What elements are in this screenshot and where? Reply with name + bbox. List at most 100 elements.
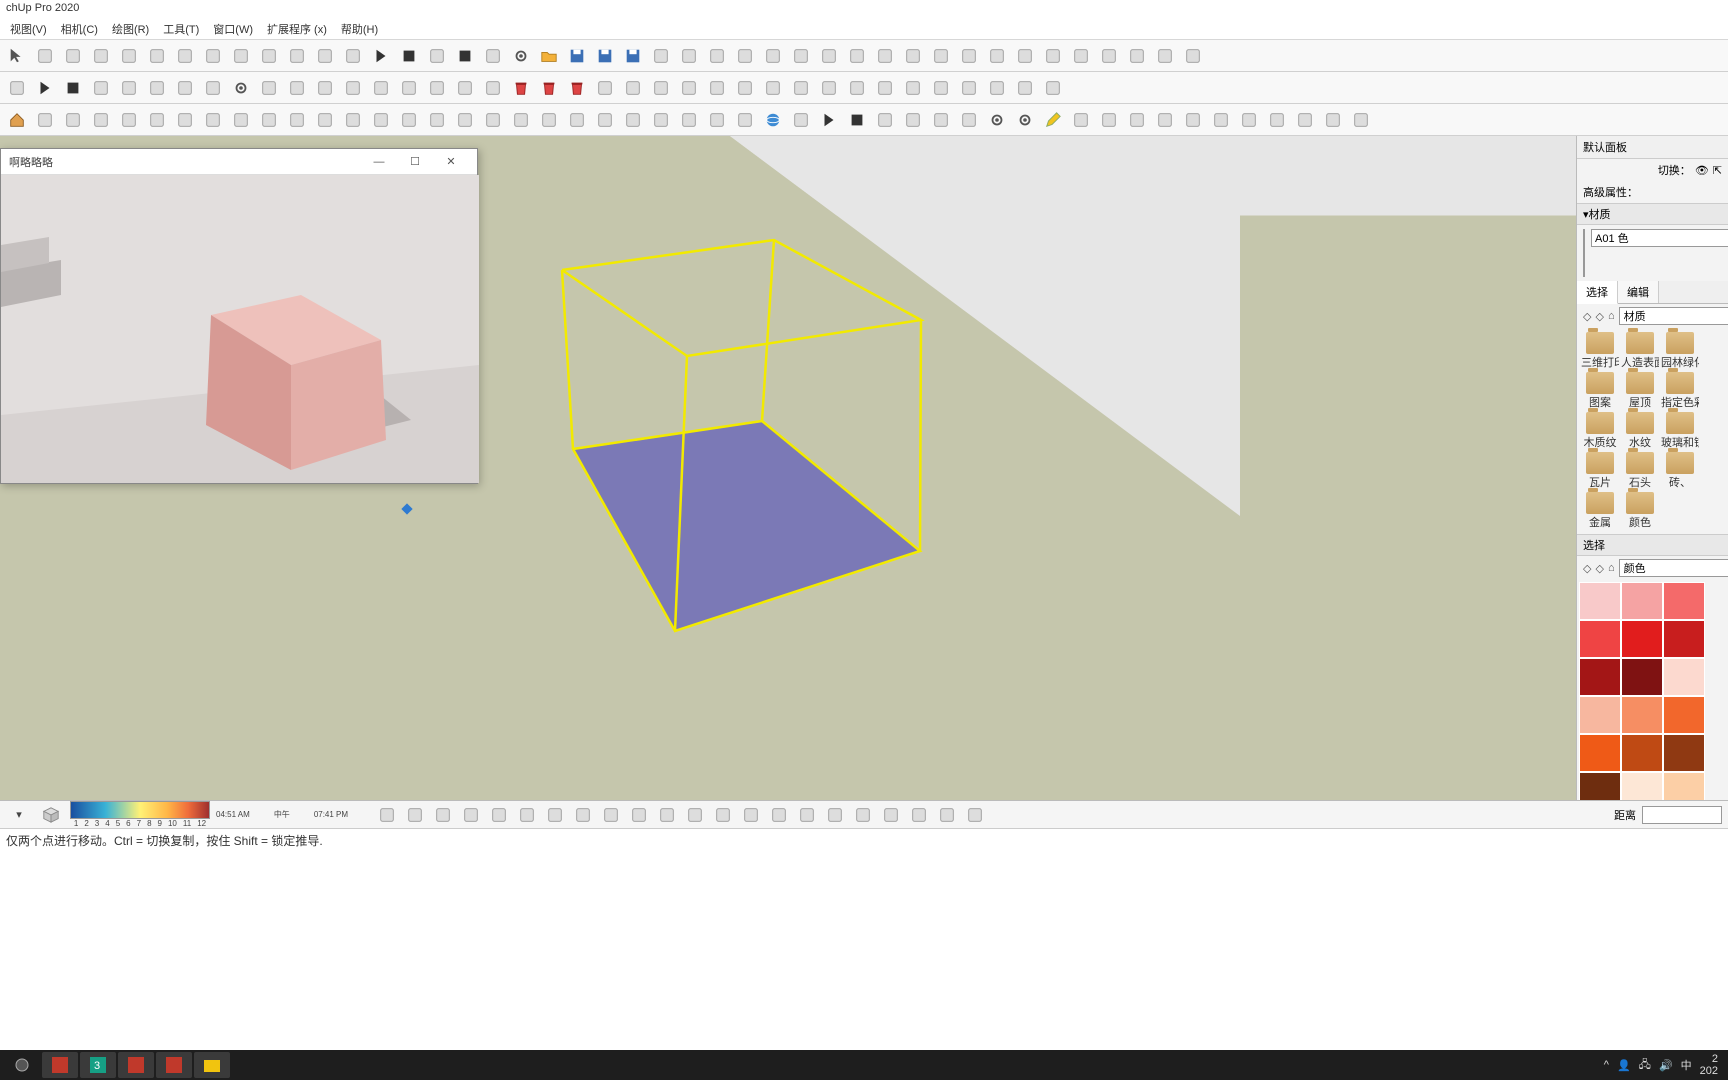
pan-button[interactable] <box>228 43 254 69</box>
taskbar-app-1[interactable] <box>42 1052 78 1078</box>
tab-select[interactable]: 选择 <box>1577 281 1618 304</box>
bulb-button[interactable] <box>704 75 730 101</box>
color-swatch-17[interactable] <box>1663 772 1705 800</box>
grp5-button[interactable] <box>934 802 960 828</box>
minimize-button[interactable]: — <box>361 150 397 174</box>
tape-button[interactable] <box>1012 43 1038 69</box>
move-o-button[interactable] <box>1236 107 1262 133</box>
prev-button[interactable] <box>88 75 114 101</box>
comp5-button[interactable] <box>682 802 708 828</box>
pin-icon[interactable]: ⇱ <box>1713 164 1722 177</box>
gear-o-button[interactable] <box>984 107 1010 133</box>
record-button[interactable] <box>424 43 450 69</box>
render-preview-titlebar[interactable]: 啊略略略 — ☐ ✕ <box>1 149 477 175</box>
arc-button[interactable] <box>788 43 814 69</box>
material-library-select[interactable] <box>1619 307 1728 325</box>
rotate-button[interactable] <box>1096 43 1122 69</box>
cube-wire-button[interactable] <box>374 802 400 828</box>
globe-button[interactable] <box>760 107 786 133</box>
tag-button[interactable] <box>284 107 310 133</box>
tab-edit[interactable]: 编辑 <box>1618 281 1659 303</box>
trash-gry-button[interactable] <box>564 75 590 101</box>
status-dropdown-icon[interactable]: ▾ <box>6 802 32 828</box>
new-button[interactable] <box>648 43 674 69</box>
slides-button[interactable] <box>676 107 702 133</box>
orbit-button[interactable] <box>256 43 282 69</box>
line-button[interactable] <box>676 43 702 69</box>
next-button[interactable] <box>116 75 142 101</box>
slides2-button[interactable] <box>704 107 730 133</box>
info-fill-button[interactable] <box>340 107 366 133</box>
grid4-button[interactable] <box>900 75 926 101</box>
taskbar-app-2[interactable]: 3 <box>80 1052 116 1078</box>
cn-3-button[interactable] <box>1040 75 1066 101</box>
color-swatch-13[interactable] <box>1621 734 1663 772</box>
stop-button[interactable] <box>396 43 422 69</box>
color-swatch-4[interactable] <box>1621 620 1663 658</box>
move-button[interactable] <box>1152 43 1178 69</box>
equalizer-button[interactable] <box>256 107 282 133</box>
box-blu-button[interactable] <box>424 75 450 101</box>
comp2-button[interactable] <box>598 802 624 828</box>
color-swatch-0[interactable] <box>1579 582 1621 620</box>
component-button[interactable] <box>480 75 506 101</box>
color-swatch-14[interactable] <box>1663 734 1705 772</box>
wand-button[interactable] <box>1068 107 1094 133</box>
gear-p-button[interactable] <box>1012 107 1038 133</box>
cn-1-button[interactable] <box>984 75 1010 101</box>
material-folder-5[interactable]: 指定色彩 <box>1661 372 1699 410</box>
record-anim-button[interactable] <box>480 43 506 69</box>
snowflake-button[interactable] <box>648 75 674 101</box>
stop-o-button[interactable] <box>844 107 870 133</box>
menu-view[interactable]: 视图(V) <box>4 19 53 39</box>
x-blk-button[interactable] <box>956 75 982 101</box>
img-3-button[interactable] <box>620 107 646 133</box>
record-stop-button[interactable] <box>452 43 478 69</box>
flag-y-button[interactable] <box>788 107 814 133</box>
3d-viewport[interactable]: 啊略略略 — ☐ ✕ <box>0 136 1576 800</box>
look-button[interactable] <box>284 43 310 69</box>
sel-box-button[interactable] <box>1320 107 1346 133</box>
tree-button[interactable] <box>144 107 170 133</box>
offset-button[interactable] <box>844 43 870 69</box>
cube-shade-button[interactable] <box>402 802 428 828</box>
sync-button[interactable] <box>144 75 170 101</box>
esc-button[interactable] <box>1180 43 1206 69</box>
speaker-button[interactable] <box>200 107 226 133</box>
grp6-button[interactable] <box>962 802 988 828</box>
img-1-button[interactable] <box>564 107 590 133</box>
fwd2-icon[interactable]: ◇ <box>1595 561 1603 575</box>
maximize-button[interactable]: ☐ <box>397 150 433 174</box>
color-swatch-8[interactable] <box>1663 658 1705 696</box>
material-folder-6[interactable]: 木质纹 <box>1581 412 1619 450</box>
color-swatch-16[interactable] <box>1621 772 1663 800</box>
cross-button[interactable] <box>1292 107 1318 133</box>
material-section-header[interactable]: ▾ 材质 <box>1577 203 1728 225</box>
text-button[interactable] <box>928 43 954 69</box>
color-swatch-15[interactable] <box>1579 772 1621 800</box>
zoom-button[interactable] <box>200 43 226 69</box>
eye-icon[interactable]: 👁 <box>1695 164 1709 177</box>
box-grn-button[interactable] <box>396 75 422 101</box>
circle-button[interactable] <box>760 43 786 69</box>
axis3-button[interactable] <box>766 802 792 828</box>
hex-b-button[interactable] <box>872 75 898 101</box>
play-o-button[interactable] <box>816 107 842 133</box>
material-folder-10[interactable]: 石头 <box>1621 452 1659 490</box>
lasso-button[interactable] <box>32 43 58 69</box>
color-swatch-2[interactable] <box>1663 582 1705 620</box>
tray-ime[interactable]: 中 <box>1681 1057 1692 1073</box>
material-folder-3[interactable]: 图案 <box>1581 372 1619 410</box>
list-button[interactable] <box>676 75 702 101</box>
cube-mono-button[interactable] <box>486 802 512 828</box>
protractor-button[interactable] <box>1068 43 1094 69</box>
cut-o-button[interactable] <box>1264 107 1290 133</box>
package-button[interactable] <box>620 75 646 101</box>
open-button[interactable] <box>536 43 562 69</box>
play-button[interactable] <box>368 43 394 69</box>
menu-draw[interactable]: 绘图(R) <box>106 19 155 39</box>
render-preview-window[interactable]: 啊略略略 — ☐ ✕ <box>0 148 478 484</box>
status-cube-icon[interactable] <box>38 802 64 828</box>
lumion-button[interactable] <box>340 43 366 69</box>
color-swatch-11[interactable] <box>1663 696 1705 734</box>
